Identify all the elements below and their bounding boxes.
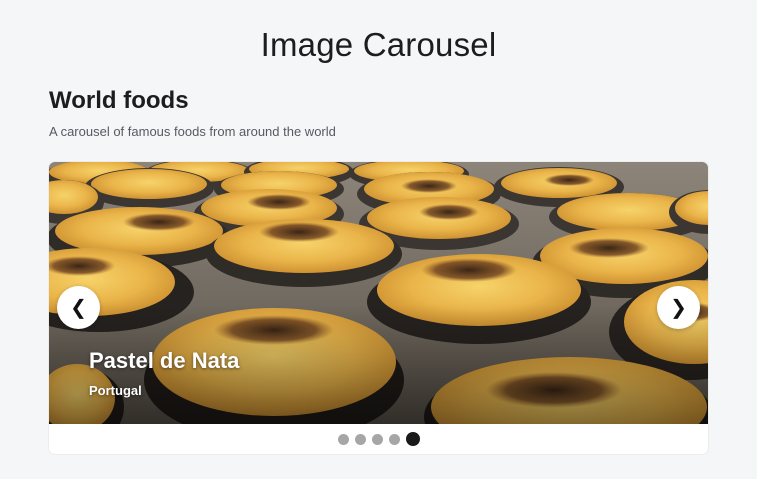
slide-indicator-dot[interactable] — [354, 433, 366, 445]
slide-subtitle: Portugal — [89, 383, 142, 398]
chevron-left-icon: ❮ — [70, 297, 87, 319]
page-title: Image Carousel — [260, 26, 497, 63]
carousel-slide: Pastel de Nata Portugal ❮ ❯ — [49, 162, 708, 424]
next-slide-button[interactable]: ❯ — [657, 286, 700, 329]
section-description: A carousel of famous foods from around t… — [49, 124, 336, 139]
slide-indicator-dot[interactable] — [388, 433, 400, 445]
image-carousel: Pastel de Nata Portugal ❮ ❯ — [49, 162, 708, 454]
slide-indicator-dot[interactable] — [337, 433, 349, 445]
slide-title: Pastel de Nata — [89, 348, 240, 373]
chevron-right-icon: ❯ — [670, 297, 687, 319]
previous-slide-button[interactable]: ❮ — [57, 286, 100, 329]
section-heading: World foods — [49, 87, 189, 114]
slide-indicators — [49, 432, 708, 446]
slide-indicator-dot[interactable] — [371, 433, 383, 445]
slide-indicator-dot[interactable] — [405, 432, 420, 446]
